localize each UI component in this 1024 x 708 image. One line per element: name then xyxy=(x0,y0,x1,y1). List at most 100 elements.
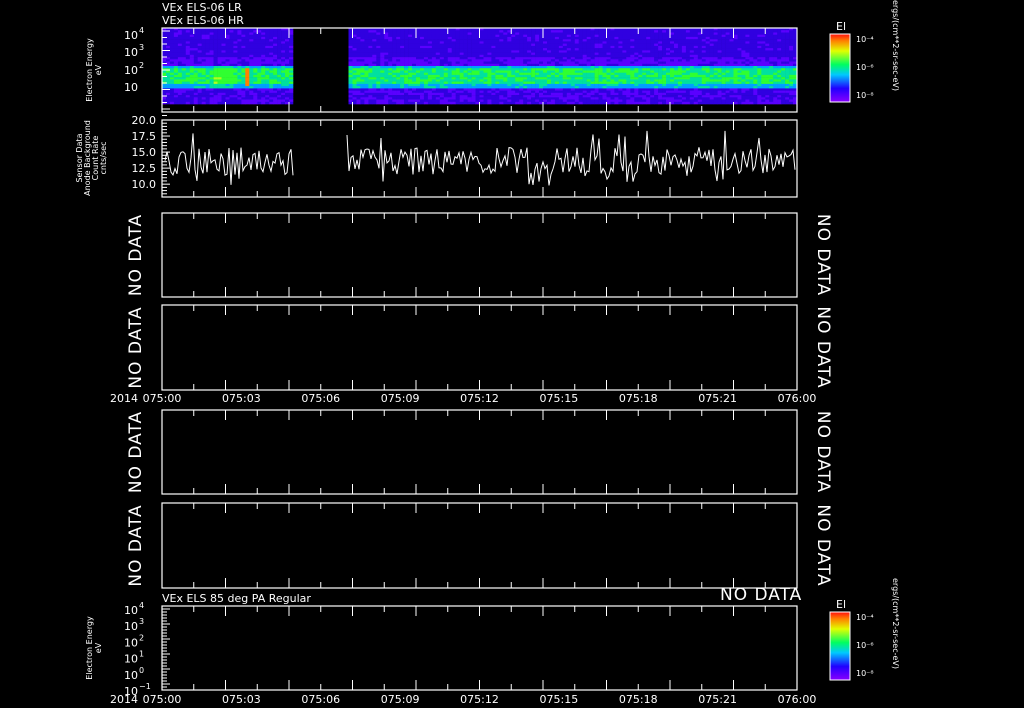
spectrogram-cell xyxy=(241,36,246,40)
spectrogram-cell xyxy=(741,83,746,87)
spectrogram-cell xyxy=(582,54,587,58)
spectrogram-cell xyxy=(392,77,397,80)
spectrogram-cell xyxy=(495,83,500,87)
spectrogram-cell xyxy=(777,74,782,78)
spectrogram-cell xyxy=(384,61,389,65)
spectrogram-cell xyxy=(193,86,199,89)
spectrogram-cell xyxy=(408,39,413,42)
spectrogram-cell xyxy=(380,72,385,76)
spectrogram-cell xyxy=(479,99,484,103)
spectrogram-cell xyxy=(285,48,290,51)
spectrogram-cell xyxy=(400,101,405,105)
spectrogram-cell xyxy=(388,92,393,96)
spectrogram-cell xyxy=(547,57,552,60)
spectrogram-cell xyxy=(420,83,425,87)
spectrogram-cell xyxy=(543,36,548,40)
spectrogram-cell xyxy=(701,70,707,74)
spectrogram-cell xyxy=(606,34,611,38)
spectrogram-cell xyxy=(662,66,667,69)
spectrogram-cell xyxy=(463,63,468,67)
spectrogram-cell xyxy=(574,59,580,62)
spectrogram-cell xyxy=(650,66,655,69)
spectrogram-cell xyxy=(618,43,623,47)
spectrogram-cell xyxy=(221,79,226,82)
spectrogram-cell xyxy=(289,101,294,105)
spectrogram-cell xyxy=(420,45,425,49)
spectrogram-cell xyxy=(614,79,619,82)
spectrogram-cell xyxy=(606,41,611,44)
spectrogram-cell xyxy=(685,39,691,42)
spectrogram-cell xyxy=(527,74,532,78)
spectrogram-cell xyxy=(733,57,738,60)
spectrogram-cell xyxy=(677,61,683,65)
spectrogram-cell xyxy=(578,88,583,91)
spectrogram-cell xyxy=(471,43,476,47)
spectrogram-cell xyxy=(626,32,631,36)
spectrogram-cell xyxy=(749,50,754,53)
spectrogram-cell xyxy=(697,101,703,105)
spectrogram-cell xyxy=(602,61,607,65)
spectrogram-cell xyxy=(241,34,246,38)
spectrogram-cell xyxy=(376,43,381,47)
spectrogram-cell xyxy=(225,45,230,49)
spectrogram-cell xyxy=(265,101,270,105)
spectrogram-cell xyxy=(511,66,516,69)
spectrogram-cell xyxy=(531,72,536,76)
spectrogram-cell xyxy=(392,52,397,56)
spectrogram-cell xyxy=(681,43,687,47)
spectrogram-cell xyxy=(177,32,183,36)
spectrogram-cell xyxy=(562,41,568,44)
spectrogram-cell xyxy=(662,92,667,96)
spectrogram-cell xyxy=(769,59,774,62)
spectrogram-cell xyxy=(241,48,246,51)
spectrogram-cell xyxy=(689,32,695,36)
spectrogram-cell xyxy=(360,43,365,47)
spectrogram-cell xyxy=(205,48,210,51)
spectrogram-cell xyxy=(531,48,536,51)
spectrogram-cell xyxy=(352,48,357,51)
spectrogram-cell xyxy=(753,54,758,58)
spectrogram-cell xyxy=(423,32,429,36)
spectrogram-cell xyxy=(400,59,405,62)
spectrogram-cell xyxy=(166,63,171,67)
spectrogram-cell xyxy=(777,34,782,38)
spectrogram-cell xyxy=(352,97,357,100)
spectrogram-cell xyxy=(495,88,500,91)
spectrogram-cell xyxy=(435,88,441,91)
spectrogram-cell xyxy=(360,68,365,71)
spectrogram-cell xyxy=(531,52,536,56)
spectrogram-cell xyxy=(650,45,655,49)
spectrogram-cell xyxy=(408,59,413,62)
spectrogram-cell xyxy=(519,88,524,91)
spectrogram-cell xyxy=(447,66,453,69)
spectrogram-cell xyxy=(531,83,536,87)
spectrogram-cell xyxy=(674,41,679,44)
spectrogram-cell xyxy=(753,72,758,76)
spectrogram-cell xyxy=(185,66,191,69)
spectrogram-cell xyxy=(662,68,667,71)
spectrogram-cell xyxy=(273,52,278,56)
spectrogram-cell xyxy=(463,88,468,91)
spectrogram-cell xyxy=(487,72,492,76)
spectrogram-cell xyxy=(681,30,687,33)
spectrogram-cell xyxy=(594,70,599,74)
spectrogram-cell xyxy=(455,52,460,56)
spectrogram-cell xyxy=(769,45,774,49)
spectrogram-cell xyxy=(169,99,175,103)
spectrogram-cell xyxy=(447,59,453,62)
spectrogram-cell xyxy=(427,68,433,71)
spectrogram-cell xyxy=(463,97,468,100)
spectrogram-cell xyxy=(380,61,385,65)
spectrogram-cell xyxy=(685,74,691,78)
spectrogram-cell xyxy=(570,83,576,87)
spectrogram-cell xyxy=(725,59,730,62)
spectrogram-cell xyxy=(237,50,242,53)
spectrogram-cell xyxy=(352,34,357,38)
spectrogram-cell xyxy=(677,81,683,85)
spectrogram-cell xyxy=(547,32,552,36)
spectrogram-cell xyxy=(245,77,250,80)
spectrogram-cell xyxy=(550,59,556,62)
spectrogram-cell xyxy=(630,77,635,80)
spectrogram-cell xyxy=(217,92,222,96)
spectrogram-cell xyxy=(650,32,655,36)
